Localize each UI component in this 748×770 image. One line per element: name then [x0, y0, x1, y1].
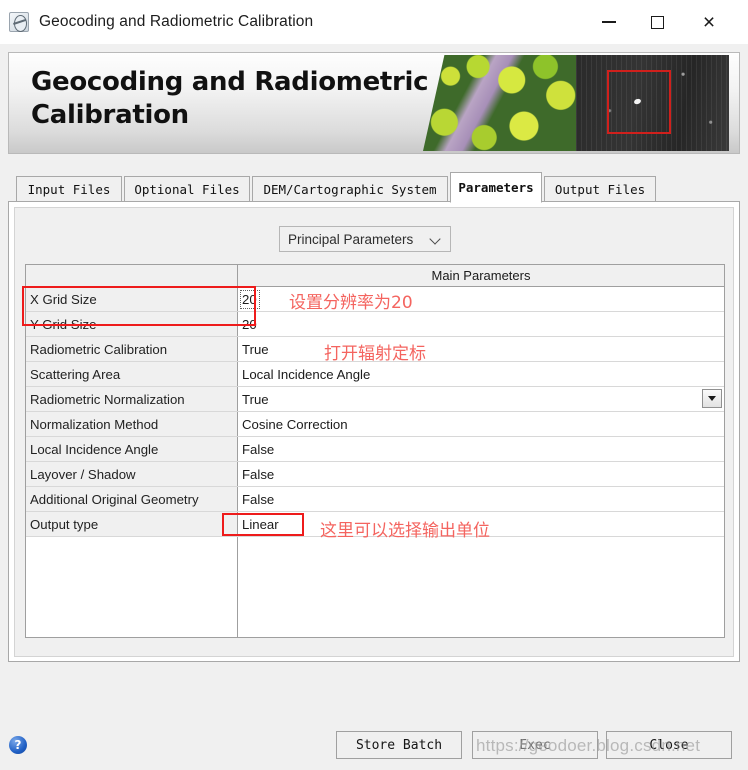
parameter-value: 20	[242, 316, 257, 332]
table-row[interactable]: Additional Original Geometry False	[26, 487, 724, 512]
annotation-grid-size: 设置分辨率为20	[289, 293, 413, 313]
table-row[interactable]: Layover / Shadow False	[26, 462, 724, 487]
parameter-value-cell[interactable]: False	[238, 437, 724, 461]
minimize-button[interactable]	[586, 0, 632, 44]
parameter-value-cell[interactable]: Cosine Correction	[238, 412, 724, 436]
close-icon: ×	[702, 10, 716, 34]
tab-strip: Input Files Optional Files DEM/Cartographi…	[8, 172, 740, 203]
parameter-value: False	[242, 441, 275, 457]
table-empty-area	[26, 537, 724, 637]
parameter-value: False	[242, 491, 275, 507]
table-row[interactable]: Local Incidence Angle False	[26, 437, 724, 462]
chevron-down-icon	[430, 233, 442, 245]
banner-optical-image	[423, 55, 576, 151]
table-row[interactable]: Scattering Area Local Incidence Angle	[26, 362, 724, 387]
table-header-row: Main Parameters	[26, 265, 724, 287]
parameter-value-cell[interactable]: Local Incidence Angle	[238, 362, 724, 386]
parameter-set-select[interactable]: Principal Parameters	[279, 226, 451, 252]
parameter-value-cell[interactable]: 20	[238, 312, 724, 336]
help-icon[interactable]: ?	[9, 736, 27, 754]
sar-roi-box	[606, 70, 671, 134]
parameter-value-cell[interactable]: True	[238, 387, 724, 411]
banner-image	[423, 55, 729, 151]
parameter-value-cell[interactable]: True	[238, 337, 724, 361]
close-dialog-button[interactable]: Close	[606, 731, 732, 759]
parameter-name: Radiometric Calibration	[26, 337, 238, 361]
parameters-table[interactable]: Main Parameters X Grid Size 20 Y Grid Size 2…	[25, 264, 725, 638]
parameter-name: Y Grid Size	[26, 312, 238, 336]
parameter-value: False	[242, 466, 275, 482]
parameter-set-select-value: Principal Parameters	[288, 231, 414, 247]
banner: Geocoding and Radiometric Calibration	[8, 52, 740, 154]
parameter-name: X Grid Size	[26, 287, 238, 311]
parameter-value-cell[interactable]: False	[238, 462, 724, 486]
parameter-name: Layover / Shadow	[26, 462, 238, 486]
parameter-name: Scattering Area	[26, 362, 238, 386]
store-batch-button[interactable]: Store Batch	[336, 731, 462, 759]
parameter-name: Additional Original Geometry	[26, 487, 238, 511]
table-row[interactable]: Radiometric Normalization True	[26, 387, 724, 412]
maximize-button[interactable]	[634, 0, 680, 44]
maximize-icon	[650, 15, 664, 29]
parameter-value: Local Incidence Angle	[242, 366, 371, 382]
parameter-dropdown-icon[interactable]	[702, 389, 722, 408]
app-icon	[9, 12, 29, 32]
parameter-value: Cosine Correction	[242, 416, 348, 432]
parameter-name: Local Incidence Angle	[26, 437, 238, 461]
minimize-icon	[602, 21, 616, 23]
tab-parameters[interactable]: Parameters	[450, 172, 542, 203]
table-empty-name-column	[26, 537, 238, 637]
parameters-panel: Principal Parameters Main Parameters X Gr…	[8, 201, 740, 662]
table-header-main-parameters: Main Parameters	[238, 265, 724, 286]
annotation-calibration: 打开辐射定标	[324, 344, 426, 364]
parameter-name: Radiometric Normalization	[26, 387, 238, 411]
tab-dem-cartographic-system[interactable]: DEM/Cartographic System	[252, 176, 448, 202]
parameter-name: Normalization Method	[26, 412, 238, 436]
exec-button[interactable]: Exec	[472, 731, 598, 759]
parameter-value-cell[interactable]: False	[238, 487, 724, 511]
banner-title: Geocoding and Radiometric Calibration	[31, 67, 429, 131]
parameter-value: True	[242, 341, 269, 357]
banner-sar-image	[576, 55, 729, 151]
parameter-value-input[interactable]: 20	[240, 289, 260, 309]
parameter-value: True	[242, 391, 269, 407]
table-header-blank	[26, 265, 238, 286]
tab-input-files[interactable]: Input Files	[16, 176, 122, 202]
tab-output-files[interactable]: Output Files	[544, 176, 656, 202]
annotation-output-type: 这里可以选择输出单位	[320, 521, 490, 541]
table-row[interactable]: Normalization Method Cosine Correction	[26, 412, 724, 437]
tab-optional-files[interactable]: Optional Files	[124, 176, 250, 202]
parameters-panel-inner: Principal Parameters Main Parameters X Gr…	[14, 207, 734, 657]
window-title: Geocoding and Radiometric Calibration	[39, 13, 314, 30]
parameter-value: Linear	[242, 516, 279, 532]
table-row[interactable]: Y Grid Size 20	[26, 312, 724, 337]
close-button[interactable]: ×	[686, 0, 732, 44]
parameter-name: Output type	[26, 512, 238, 536]
